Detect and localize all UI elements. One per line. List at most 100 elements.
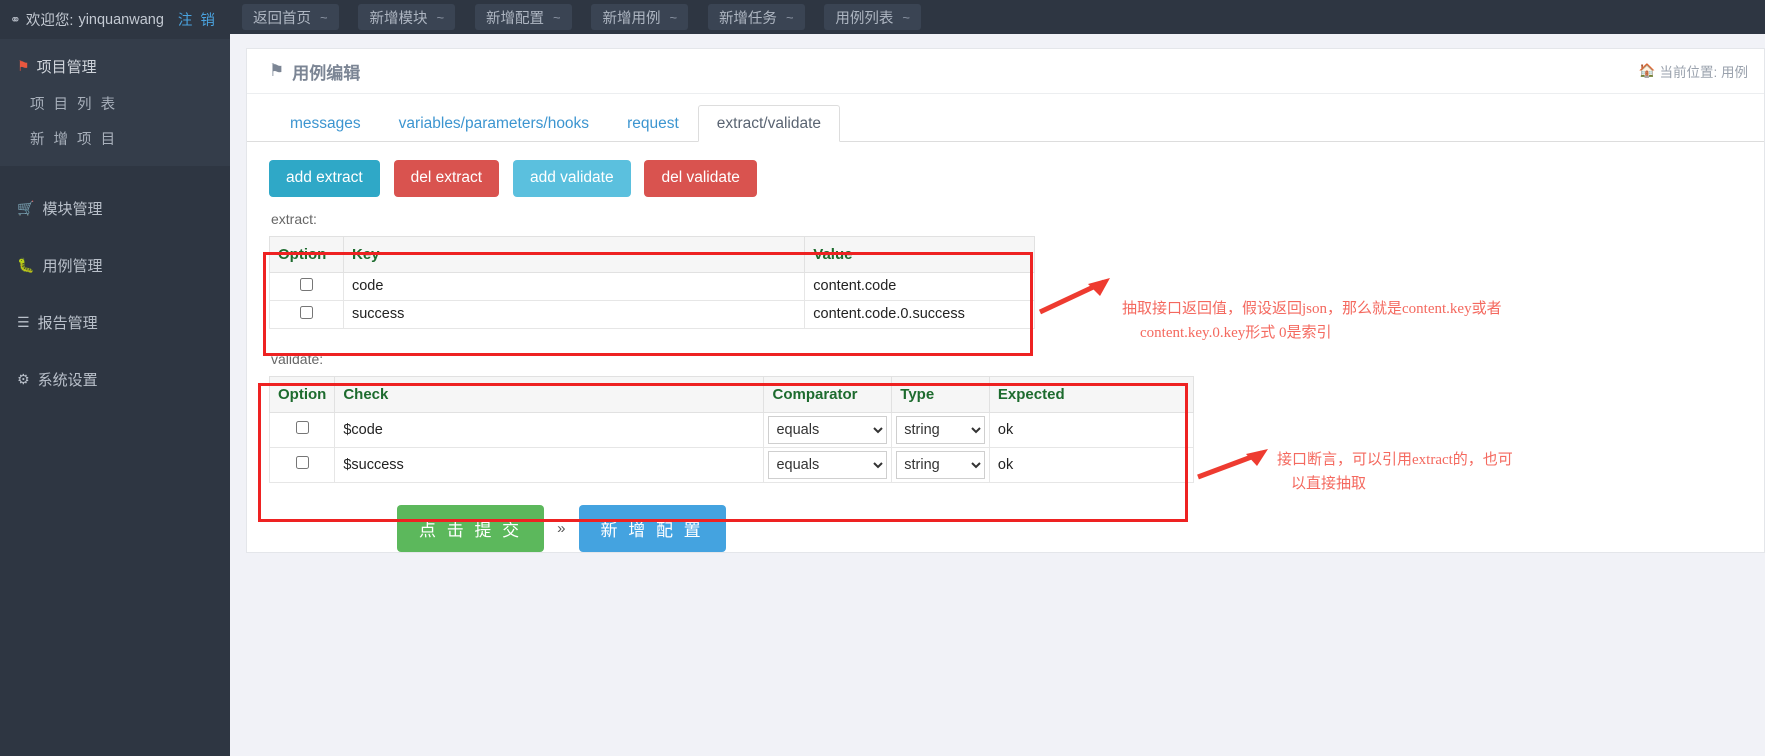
separator-label: » bbox=[557, 519, 566, 537]
validate-type-select[interactable]: string bbox=[896, 450, 985, 479]
top-tab-add-case[interactable]: 新增用例 ~ bbox=[591, 4, 689, 30]
sidebar-item-report-management[interactable]: ☰ 报告管理 bbox=[0, 294, 230, 351]
extract-annotation-line1: 抽取接口返回值，假设返回json，那么就是content.key或者 bbox=[1122, 301, 1502, 317]
validate-row-expected[interactable] bbox=[988, 446, 1195, 483]
validate-row-expected[interactable] bbox=[988, 411, 1195, 448]
wave-icon: ~ bbox=[902, 9, 911, 25]
del-extract-button[interactable]: del extract bbox=[393, 160, 500, 197]
validate-row-checkbox[interactable] bbox=[295, 421, 309, 435]
top-tab-case-list[interactable]: 用例列表 ~ bbox=[824, 4, 922, 30]
extract-row-checkbox[interactable] bbox=[299, 277, 313, 291]
top-tab-label: 新增模块 bbox=[369, 10, 428, 27]
sub-tab-bar: messages variables/parameters/hooks requ… bbox=[247, 94, 1764, 142]
sidebar-item-project-management[interactable]: ⚑ 项目管理 bbox=[0, 47, 230, 86]
validate-section-label: validate: bbox=[271, 350, 324, 367]
gear-icon: ⚙ bbox=[17, 371, 30, 387]
table-row: equals string bbox=[268, 446, 1195, 483]
sidebar-item-label: 系统设置 bbox=[37, 372, 98, 389]
validate-comparator-select[interactable]: equals bbox=[768, 415, 888, 444]
extract-col-key: Key bbox=[342, 235, 806, 273]
user-avatar-icon: ⚭ bbox=[10, 11, 21, 27]
card-header: ⚑ 用例编辑 🏠 当前位置: 用例 bbox=[247, 49, 1764, 94]
breadcrumb-label: 当前位置: 用例 bbox=[1659, 65, 1748, 80]
del-validate-button[interactable]: del validate bbox=[644, 160, 757, 197]
logout-link[interactable]: 注 销 bbox=[178, 9, 217, 30]
validate-type-select[interactable]: string bbox=[896, 415, 985, 444]
top-tab-add-module[interactable]: 新增模块 ~ bbox=[358, 4, 456, 30]
top-tab-label: 新增任务 bbox=[718, 10, 777, 27]
welcome-label: 欢迎您: bbox=[25, 13, 74, 29]
top-tab-add-config[interactable]: 新增配置 ~ bbox=[474, 4, 572, 30]
tab-messages[interactable]: messages bbox=[271, 115, 380, 142]
extract-row-value[interactable] bbox=[804, 271, 1035, 301]
home-icon: 🏠 bbox=[1638, 63, 1656, 78]
validate-row-check[interactable] bbox=[334, 446, 765, 483]
validate-comparator-select[interactable]: equals bbox=[768, 450, 888, 479]
validate-col-option: Option bbox=[268, 375, 336, 413]
wave-icon: ~ bbox=[669, 9, 678, 25]
extract-key-input[interactable] bbox=[351, 278, 797, 295]
top-tab-label: 新增配置 bbox=[485, 10, 544, 27]
validate-expected-input[interactable] bbox=[997, 456, 1185, 473]
tab-extract-validate[interactable]: extract/validate bbox=[697, 104, 841, 142]
validate-annotation-line2: 以直接抽取 bbox=[1291, 476, 1367, 492]
extract-validate-panel: add extract del extract add validate del… bbox=[247, 142, 1764, 483]
extract-row-option bbox=[269, 299, 344, 329]
tab-request[interactable]: request bbox=[608, 115, 698, 142]
top-tab-label: 新增用例 bbox=[602, 10, 661, 27]
top-tab-home[interactable]: 返回首页 ~ bbox=[242, 4, 339, 30]
extract-row-key[interactable] bbox=[342, 271, 806, 301]
main-content: ⚑ 用例编辑 🏠 当前位置: 用例 messages variables/par… bbox=[230, 34, 1765, 756]
extract-row-option bbox=[269, 271, 344, 301]
sidebar-item-project-list[interactable]: 项 目 列 表 bbox=[0, 86, 230, 121]
cart-icon: 🛒 bbox=[17, 200, 35, 216]
extract-table-header-row: Option Key Value bbox=[269, 235, 1035, 273]
validate-row-checkbox[interactable] bbox=[295, 456, 309, 470]
validate-col-type: Type bbox=[891, 375, 990, 413]
validate-table: Option Check Comparator Type Expected $c… bbox=[268, 375, 1195, 483]
validate-row-comparator[interactable]: equals bbox=[763, 446, 893, 483]
flag-icon: ⚑ bbox=[269, 61, 285, 80]
sidebar-item-project-add[interactable]: 新 增 项 目 bbox=[0, 121, 230, 156]
extract-value-input[interactable] bbox=[813, 306, 1026, 323]
extract-col-option: Option bbox=[269, 235, 344, 273]
validate-row-check[interactable] bbox=[334, 411, 765, 448]
validate-check-input[interactable] bbox=[343, 456, 756, 473]
sidebar-group-project: ⚑ 项目管理 项 目 列 表 新 增 项 目 bbox=[0, 39, 230, 166]
validate-row-option bbox=[268, 446, 336, 483]
wave-icon: ~ bbox=[552, 9, 561, 25]
top-tab-add-task[interactable]: 新增任务 ~ bbox=[707, 4, 805, 30]
extract-row-checkbox[interactable] bbox=[299, 305, 313, 319]
wave-icon: ~ bbox=[436, 9, 445, 25]
extract-table: Option Key Value bbox=[269, 235, 1035, 329]
extract-annotation-arrow bbox=[1038, 278, 1110, 315]
validate-expected-input[interactable] bbox=[997, 421, 1185, 438]
submit-button[interactable]: 点 击 提 交 bbox=[397, 504, 545, 552]
top-tab-label: 返回首页 bbox=[253, 10, 311, 27]
sidebar-item-case-management[interactable]: 🐛 用例管理 bbox=[0, 237, 230, 294]
wave-icon: ~ bbox=[785, 9, 794, 25]
extract-row-value[interactable] bbox=[804, 299, 1035, 329]
new-config-button[interactable]: 新 增 配 置 bbox=[578, 504, 726, 552]
validate-row-type[interactable]: string bbox=[891, 411, 990, 448]
extract-row-key[interactable] bbox=[342, 299, 806, 329]
sidebar: ⚭ 欢迎您: yinquanwang 注 销 ⚑ 项目管理 项 目 列 表 新 … bbox=[0, 0, 230, 756]
validate-annotation-arrow bbox=[1197, 449, 1268, 480]
validate-annotation-line1: 接口断言，可以引用extract的，也可 bbox=[1277, 452, 1513, 468]
extract-value-input[interactable] bbox=[813, 278, 1026, 295]
extract-col-value: Value bbox=[804, 235, 1035, 273]
extract-key-input[interactable] bbox=[351, 306, 797, 323]
page-title-label: 用例编辑 bbox=[292, 63, 361, 83]
validate-row-type[interactable]: string bbox=[891, 446, 990, 483]
action-button-row: add extract del extract add validate del… bbox=[269, 160, 1764, 197]
sidebar-item-module-management[interactable]: 🛒 模块管理 bbox=[0, 180, 230, 237]
top-tab-bar: 返回首页 ~ 新增模块 ~ 新增配置 ~ 新增用例 ~ 新增任务 ~ 用例列表 … bbox=[230, 0, 1765, 34]
tab-variables-parameters-hooks[interactable]: variables/parameters/hooks bbox=[380, 115, 608, 142]
table-row bbox=[269, 271, 1035, 301]
add-extract-button[interactable]: add extract bbox=[269, 160, 380, 197]
validate-check-input[interactable] bbox=[343, 421, 756, 438]
sidebar-item-label: 项目管理 bbox=[36, 59, 97, 76]
sidebar-item-system-settings[interactable]: ⚙ 系统设置 bbox=[0, 351, 230, 408]
validate-row-comparator[interactable]: equals bbox=[763, 411, 893, 448]
add-validate-button[interactable]: add validate bbox=[512, 160, 631, 197]
